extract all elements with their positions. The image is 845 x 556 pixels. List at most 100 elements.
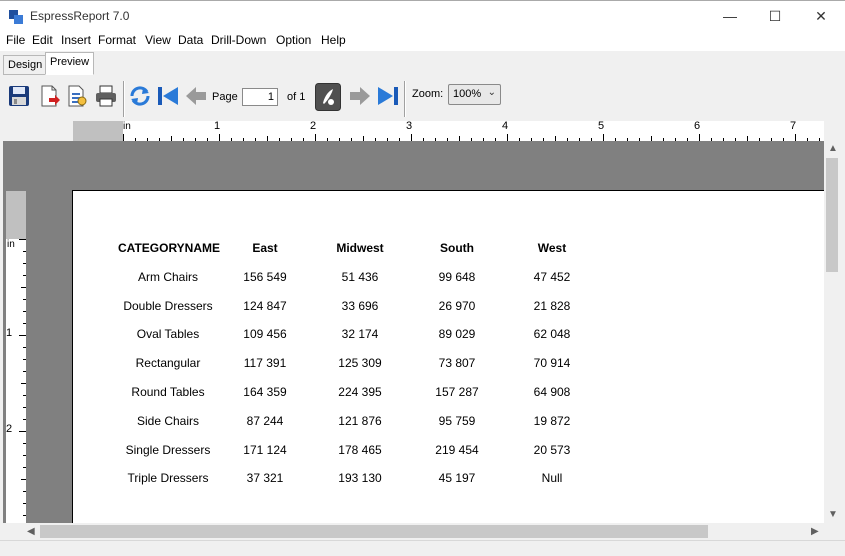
menu-insert[interactable]: Insert	[61, 33, 91, 47]
go-to-page-icon[interactable]	[315, 83, 341, 111]
table-cell-south: 89 029	[438, 327, 476, 341]
scroll-down-icon[interactable]: ▼	[828, 509, 838, 520]
table-cell-category: Side Chairs	[136, 414, 200, 428]
table-cell-east: 37 321	[246, 471, 284, 485]
previous-page-icon[interactable]	[184, 84, 208, 108]
vertical-scrollbar-thumb[interactable]	[826, 158, 838, 272]
page-number-input[interactable]	[242, 88, 278, 106]
table-cell-category: Oval Tables	[136, 327, 200, 341]
chevron-down-icon: ⌄	[487, 87, 496, 98]
table-cell-east: 156 549	[243, 270, 287, 284]
column-header-midwest: Midwest	[336, 241, 384, 255]
menu-format[interactable]: Format	[98, 33, 136, 47]
ruler-label-6: 6	[694, 121, 701, 132]
table-cell-west: 70 914	[533, 356, 571, 370]
table-cell-east: 117 391	[243, 356, 287, 370]
menu-data[interactable]: Data	[178, 33, 203, 47]
scroll-right-icon[interactable]: ▶	[811, 526, 819, 537]
menu-edit[interactable]: Edit	[32, 33, 53, 47]
menu-drill-down[interactable]: Drill-Down	[211, 33, 266, 47]
vertical-ruler-unit: in	[7, 239, 15, 250]
last-page-icon[interactable]	[376, 84, 400, 108]
table-cell-east: 109 456	[243, 327, 287, 341]
horizontal-ruler	[73, 121, 824, 141]
ruler-label-1: 1	[214, 121, 221, 132]
table-cell-midwest: 224 395	[338, 385, 382, 399]
table-cell-south: 95 759	[438, 414, 476, 428]
ruler-label-3: 3	[406, 121, 413, 132]
table-cell-category: Rectangular	[135, 356, 201, 370]
table-cell-south: 219 454	[435, 443, 479, 457]
table-cell-east: 87 244	[246, 414, 284, 428]
ruler-gap	[3, 121, 73, 141]
minimize-button[interactable]: —	[707, 1, 753, 31]
export-icon[interactable]	[37, 84, 61, 108]
toolbar: Page of 1 Zoom: 100% ⌄	[0, 75, 845, 120]
menu-option[interactable]: Option	[276, 33, 311, 47]
table-cell-west: 19 872	[533, 414, 571, 428]
report-preview-area[interactable]: in 1 2 3 4 5 6 7 in 1 2 CATEGORYNAME Eas…	[3, 121, 824, 523]
ruler-label-5: 5	[598, 121, 605, 132]
table-cell-category: Triple Dressers	[127, 471, 209, 485]
menu-view[interactable]: View	[145, 33, 171, 47]
table-cell-east: 164 359	[243, 385, 287, 399]
page-count-label: of 1	[287, 91, 306, 103]
save-icon[interactable]	[7, 84, 31, 108]
table-cell-midwest: 193 130	[338, 471, 382, 485]
page-label: Page	[212, 91, 238, 103]
table-cell-west: Null	[541, 471, 563, 485]
table-cell-category: Single Dressers	[125, 443, 211, 457]
horizontal-scrollbar-thumb[interactable]	[40, 525, 708, 538]
table-cell-east: 171 124	[243, 443, 287, 457]
table-cell-category: Arm Chairs	[137, 270, 198, 284]
table-cell-west: 62 048	[533, 327, 571, 341]
column-header-west: West	[537, 241, 567, 255]
scrollbar-corner	[824, 523, 841, 540]
vruler-label-1: 1	[6, 327, 13, 339]
table-cell-south: 45 197	[438, 471, 476, 485]
print-icon[interactable]	[94, 84, 118, 108]
table-cell-midwest: 32 174	[341, 327, 379, 341]
table-cell-south: 26 970	[438, 299, 476, 313]
menu-file[interactable]: File	[6, 33, 25, 47]
status-bar	[0, 540, 845, 556]
scroll-left-icon[interactable]: ◀	[27, 526, 35, 537]
horizontal-ruler-margin	[73, 121, 123, 141]
toolbar-separator	[123, 81, 125, 117]
tab-strip: Design Preview	[0, 51, 845, 76]
zoom-select[interactable]: 100% ⌄	[448, 84, 501, 105]
ruler-label-7: 7	[790, 121, 797, 132]
menu-help[interactable]: Help	[321, 33, 346, 47]
column-header-south: South	[440, 241, 474, 255]
tab-design[interactable]: Design	[3, 55, 48, 75]
refresh-icon[interactable]	[128, 84, 152, 108]
next-page-icon[interactable]	[348, 84, 372, 108]
menu-bar: File Edit Insert Format View Data Drill-…	[0, 31, 845, 51]
table-cell-midwest: 33 696	[341, 299, 379, 313]
table-cell-west: 64 908	[533, 385, 571, 399]
export-report-icon[interactable]	[65, 84, 89, 108]
title-bar: EspressReport 7.0 — ☐ ✕	[0, 0, 845, 31]
close-button[interactable]: ✕	[798, 1, 844, 31]
table-cell-south: 73 807	[438, 356, 476, 370]
ruler-label-2: 2	[310, 121, 317, 132]
table-cell-midwest: 51 436	[341, 270, 379, 284]
table-cell-south: 99 648	[438, 270, 476, 284]
table-cell-east: 124 847	[243, 299, 287, 313]
tab-preview[interactable]: Preview	[45, 52, 95, 75]
first-page-icon[interactable]	[156, 84, 180, 108]
table-cell-west: 20 573	[533, 443, 571, 457]
column-header-east: East	[252, 241, 278, 255]
table-cell-category: Double Dressers	[123, 299, 213, 313]
zoom-value: 100%	[453, 88, 482, 100]
window-title: EspressReport 7.0	[30, 9, 130, 23]
horizontal-ruler-ticks	[123, 134, 820, 141]
maximize-button[interactable]: ☐	[752, 1, 798, 31]
scroll-up-icon[interactable]: ▲	[828, 143, 838, 154]
app-logo-icon	[9, 10, 23, 24]
table-cell-south: 157 287	[435, 385, 479, 399]
table-cell-west: 21 828	[533, 299, 571, 313]
vruler-label-2: 2	[6, 423, 13, 435]
table-cell-midwest: 121 876	[338, 414, 382, 428]
table-cell-category: Round Tables	[131, 385, 205, 399]
